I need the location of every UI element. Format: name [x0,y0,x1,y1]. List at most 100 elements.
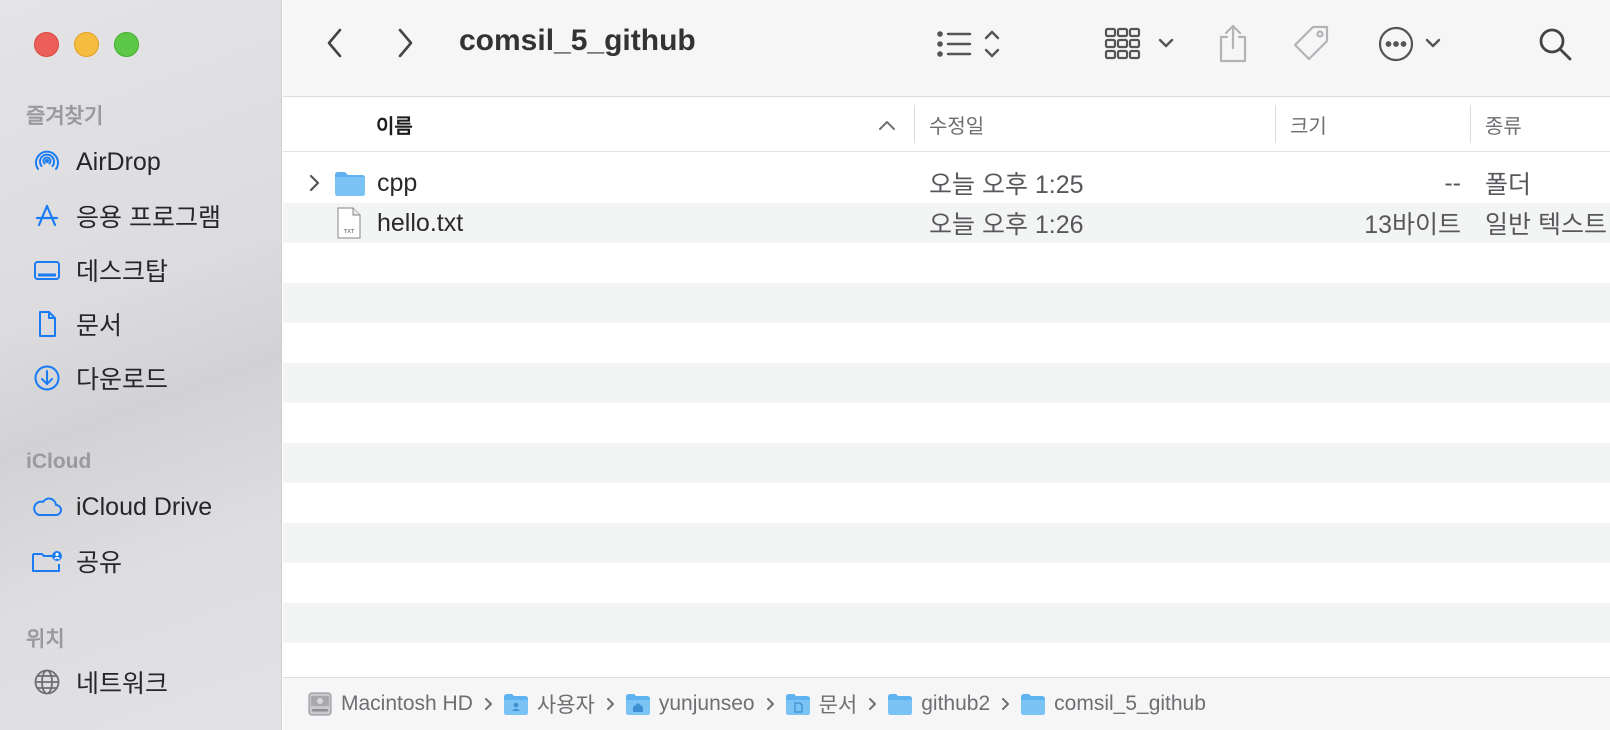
column-label: 이름 [376,116,413,138]
document-icon [30,307,64,341]
forward-button[interactable] [387,25,423,61]
documents-folder-icon [785,692,811,716]
column-size-header[interactable]: 크기 [1290,97,1327,152]
sidebar-item-documents[interactable]: 문서 [30,302,270,346]
sidebar-item-shared[interactable]: 공유 [30,539,270,583]
sidebar-item-label: 공유 [76,549,123,577]
column-divider[interactable] [914,105,915,143]
close-window-button[interactable] [34,32,59,57]
sidebar-item-airdrop[interactable]: AirDrop [30,140,270,184]
back-button[interactable] [317,25,353,61]
ellipsis-circle-icon [1378,26,1441,62]
sidebar-item-desktop[interactable]: 데스크탑 [30,248,270,292]
window-controls [34,32,139,57]
empty-row [283,283,1610,323]
zoom-window-button[interactable] [114,32,139,57]
hard-drive-icon [307,691,333,717]
sidebar-item-downloads[interactable]: 다운로드 [30,356,270,400]
column-modified-header[interactable]: 수정일 [929,97,984,152]
file-size: -- [1444,168,1461,197]
sidebar-item-label: AirDrop [76,147,161,176]
column-label: 크기 [1290,116,1327,138]
search-icon [1539,28,1572,61]
empty-row [283,243,1610,283]
column-name-header[interactable]: 이름 [376,97,413,152]
sidebar-section-icloud: iCloud [26,450,92,473]
sidebar-item-network[interactable]: 네트워크 [30,660,270,704]
path-item-github2[interactable]: github2 [887,692,990,716]
path-item-users[interactable]: 사용자 [503,689,595,719]
globe-icon [30,665,64,699]
list-view-icon [937,30,1000,58]
sidebar-section-favorites: 즐겨찾기 [26,105,104,128]
path-item-label: yunjunseo [658,692,755,715]
sidebar-item-label: 다운로드 [76,366,169,394]
desktop-icon [30,253,64,287]
grid-icon [1104,27,1174,60]
chevron-right-icon [483,697,493,711]
file-list: cpp 오늘 오후 1:25 -- 폴더 TXT hello.txt 오늘 오후… [283,163,1610,677]
column-label: 수정일 [929,116,985,138]
sidebar-item-label: iCloud Drive [76,492,213,521]
empty-row [283,323,1610,363]
chevron-right-icon [1000,697,1010,711]
path-item-macintosh-hd[interactable]: Macintosh HD [307,691,473,717]
window-title: comsil_5_github [459,24,696,57]
empty-row [283,483,1610,523]
file-type-badge: TXT [343,229,355,235]
chevron-up-icon [879,120,895,130]
chevron-left-icon [327,28,342,58]
search-button[interactable] [1533,22,1577,66]
file-modified: 오늘 오후 1:25 [929,171,1084,199]
empty-row [283,403,1610,443]
column-kind-header[interactable]: 종류 [1485,97,1522,152]
path-item-label: github2 [921,692,991,715]
chevron-right-icon [309,174,320,192]
group-button[interactable] [1103,24,1179,64]
minimize-window-button[interactable] [74,32,99,57]
path-item-label: 문서 [818,694,858,717]
path-item-documents[interactable]: 문서 [785,689,858,719]
path-bar: Macintosh HD 사용자 yunjunseo 문서 github2 co… [283,677,1610,730]
column-divider[interactable] [1470,105,1471,143]
path-item-label: Macintosh HD [341,692,473,715]
chevron-right-icon [765,697,775,711]
column-label: 종류 [1485,116,1522,138]
sidebar-item-icloud-drive[interactable]: iCloud Drive [30,485,270,529]
tag-icon [1293,25,1329,61]
column-divider[interactable] [1275,105,1276,143]
text-file-icon: TXT [336,203,362,243]
path-item-yunjunseo[interactable]: yunjunseo [625,692,755,716]
airdrop-icon [30,145,64,179]
share-icon [1219,24,1247,63]
empty-row [283,363,1610,403]
sidebar-item-label: 네트워크 [76,670,169,698]
sidebar-item-applications[interactable]: 응용 프로그램 [30,194,270,238]
empty-row [283,443,1610,483]
disclosure-triangle[interactable] [307,163,321,203]
share-button[interactable] [1213,22,1253,66]
path-item-label: comsil_5_github [1054,692,1206,715]
sidebar-item-label: 데스크탑 [76,258,169,286]
tag-button[interactable] [1289,22,1335,66]
file-row-cpp[interactable]: cpp 오늘 오후 1:25 -- 폴더 [283,163,1610,203]
sidebar-item-label: 문서 [76,312,123,340]
sort-ascending-indicator[interactable] [878,97,896,152]
home-folder-icon [625,692,651,716]
path-item-label: 사용자 [536,694,595,717]
finder-window: 즐겨찾기 AirDrop 응용 프로그램 데스크탑 문서 다운로드 iCloud… [0,0,1610,730]
file-row-hello-txt[interactable]: TXT hello.txt 오늘 오후 1:26 13바이트 일반 텍스트 [283,203,1610,243]
file-name: hello.txt [377,208,464,237]
cloud-icon [30,490,64,524]
file-size: 13바이트 [1364,211,1461,239]
sidebar-item-label: 응용 프로그램 [76,204,221,232]
sidebar-section-locations: 위치 [26,628,65,651]
file-name: cpp [377,168,418,197]
view-mode-button[interactable] [935,24,1007,64]
path-item-comsil-5-github[interactable]: comsil_5_github [1020,692,1206,716]
file-kind: 일반 텍스트 [1485,211,1607,239]
download-icon [30,361,64,395]
more-actions-button[interactable] [1377,22,1457,66]
shared-folder-icon [30,544,64,578]
users-folder-icon [503,692,529,716]
